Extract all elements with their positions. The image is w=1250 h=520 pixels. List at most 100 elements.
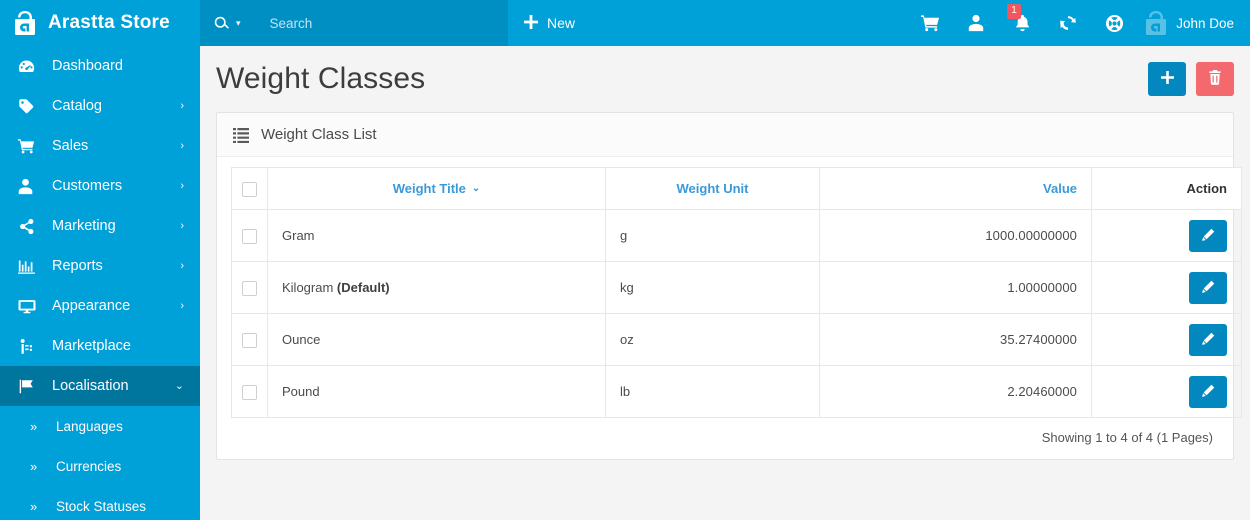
cell-value: 2.20460000 — [819, 365, 1092, 418]
table-row: Pound lb 2.20460000 — [231, 365, 1242, 418]
sidebar-item-customers[interactable]: Customers › — [0, 166, 200, 206]
sidebar-item-catalog[interactable]: Catalog › — [0, 86, 200, 126]
plus-icon — [524, 14, 538, 32]
chevron-right-icon: › — [180, 179, 184, 192]
sidebar-item-localisation[interactable]: Localisation ⌄ — [0, 366, 200, 406]
share-icon — [18, 218, 38, 235]
header-cell-weight-title: Weight Title ⌄ — [267, 167, 606, 210]
sidebar-subitem-languages[interactable]: » Languages — [0, 406, 200, 446]
new-button[interactable]: New — [524, 0, 575, 46]
search-filter-caret-icon[interactable]: ▾ — [236, 18, 241, 28]
search-area[interactable]: ▾ — [200, 0, 508, 46]
sidebar-item-label: Reports — [52, 258, 103, 274]
sidebar-item-label: Marketplace — [52, 338, 131, 354]
cell-value: 1000.00000000 — [819, 209, 1092, 262]
weight-class-panel: Weight Class List Weight Title ⌄ Weight … — [216, 112, 1242, 460]
sidebar-subitem-currencies[interactable]: » Currencies — [0, 446, 200, 486]
tag-icon — [18, 98, 38, 115]
add-button[interactable] — [1148, 62, 1186, 96]
lifebuoy-icon[interactable] — [1091, 0, 1137, 46]
sidebar-subitem-label: Currencies — [56, 458, 122, 474]
cart-icon[interactable] — [907, 0, 953, 46]
double-chevron-icon: » — [30, 458, 38, 474]
chevron-right-icon: › — [180, 299, 184, 312]
cell-weight-title: Pound — [267, 365, 606, 418]
table-header-row: Weight Title ⌄ Weight Unit Value Action — [231, 167, 1242, 210]
sort-value-link[interactable]: Value — [1043, 181, 1077, 196]
sort-weight-unit-link[interactable]: Weight Unit — [677, 181, 749, 196]
select-all-checkbox[interactable] — [242, 181, 257, 197]
cell-action — [1091, 261, 1242, 314]
cell-action — [1091, 365, 1242, 418]
search-input[interactable] — [269, 15, 450, 31]
edit-button[interactable] — [1189, 271, 1227, 304]
sort-weight-title-link[interactable]: Weight Title ⌄ — [393, 181, 481, 196]
page-title: Weight Classes — [216, 62, 426, 95]
sidebar-item-appearance[interactable]: Appearance › — [0, 286, 200, 326]
row-checkbox[interactable] — [242, 280, 257, 296]
row-checkbox[interactable] — [242, 228, 257, 244]
refresh-icon[interactable] — [1045, 0, 1091, 46]
edit-button[interactable] — [1189, 219, 1227, 252]
search-icon[interactable] — [214, 16, 229, 31]
user-menu[interactable]: John Doe — [1137, 0, 1250, 46]
sidebar-item-label: Appearance — [52, 298, 131, 314]
marketplace-icon — [18, 338, 38, 355]
cart-icon — [18, 138, 38, 155]
chevron-right-icon: › — [180, 219, 184, 232]
chevron-right-icon: › — [180, 99, 184, 112]
user-icon[interactable] — [953, 0, 999, 46]
double-chevron-icon: » — [30, 418, 38, 434]
weight-title-text: Kilogram — [282, 280, 334, 295]
header-cell-value: Value — [819, 167, 1092, 210]
monitor-icon — [18, 298, 38, 315]
sidebar-item-dashboard[interactable]: Dashboard — [0, 46, 200, 86]
sidebar-item-label: Sales — [52, 138, 89, 154]
pencil-icon — [1201, 384, 1215, 400]
sidebar-item-label: Catalog — [52, 98, 102, 114]
cell-weight-unit: lb — [605, 365, 820, 418]
header-cell-checkbox — [231, 167, 268, 210]
header-label: Weight Title — [392, 181, 466, 196]
pencil-icon — [1201, 228, 1215, 244]
edit-button[interactable] — [1189, 323, 1227, 356]
sidebar-item-marketing[interactable]: Marketing › — [0, 206, 200, 246]
dashboard-icon — [18, 58, 38, 75]
row-checkbox[interactable] — [242, 384, 257, 400]
page-header: Weight Classes — [200, 46, 1250, 112]
delete-button[interactable] — [1196, 62, 1234, 96]
brand[interactable]: Arastta Store — [0, 0, 200, 46]
admin-page: Arastta Store Dashboard Catalog › Sales … — [0, 0, 1250, 520]
sidebar-subitem-label: Languages — [56, 418, 123, 434]
cell-value: 35.27400000 — [819, 313, 1092, 366]
sidebar: Arastta Store Dashboard Catalog › Sales … — [0, 0, 200, 520]
sidebar-item-label: Customers — [52, 178, 123, 194]
row-checkbox[interactable] — [242, 332, 257, 348]
arastta-bag-logo — [14, 10, 36, 36]
table-body: Gram g 1000.00000000 Kilogram (Default) … — [231, 209, 1242, 418]
arastta-bag-avatar — [1145, 10, 1167, 36]
user-icon — [18, 178, 38, 195]
cell-weight-title: Ounce — [267, 313, 606, 366]
bar-chart-icon — [18, 258, 38, 275]
sidebar-subitem-label: Stock Statuses — [56, 498, 147, 514]
cell-weight-unit: oz — [605, 313, 820, 366]
sidebar-item-reports[interactable]: Reports › — [0, 246, 200, 286]
sidebar-subitem-stock-statuses[interactable]: » Stock Statuses — [0, 486, 200, 520]
sidebar-item-sales[interactable]: Sales › — [0, 126, 200, 166]
table-row: Gram g 1000.00000000 — [231, 209, 1242, 262]
chevron-right-icon: › — [180, 259, 184, 272]
sidebar-item-marketplace[interactable]: Marketplace — [0, 326, 200, 366]
pencil-icon — [1201, 332, 1215, 348]
bell-icon[interactable]: 1 — [999, 0, 1045, 46]
trash-icon — [1208, 70, 1222, 88]
edit-button[interactable] — [1189, 375, 1227, 408]
table-row: Ounce oz 35.27400000 — [231, 313, 1242, 366]
panel-header: Weight Class List — [217, 113, 1233, 157]
table-head: Weight Title ⌄ Weight Unit Value Action — [231, 167, 1242, 210]
table-container: Weight Title ⌄ Weight Unit Value Action — [217, 157, 1242, 418]
sidebar-item-label: Dashboard — [52, 58, 123, 74]
default-tag: (Default) — [336, 280, 390, 295]
notification-badge: 1 — [1007, 4, 1021, 19]
row-checkbox-cell — [231, 261, 268, 314]
